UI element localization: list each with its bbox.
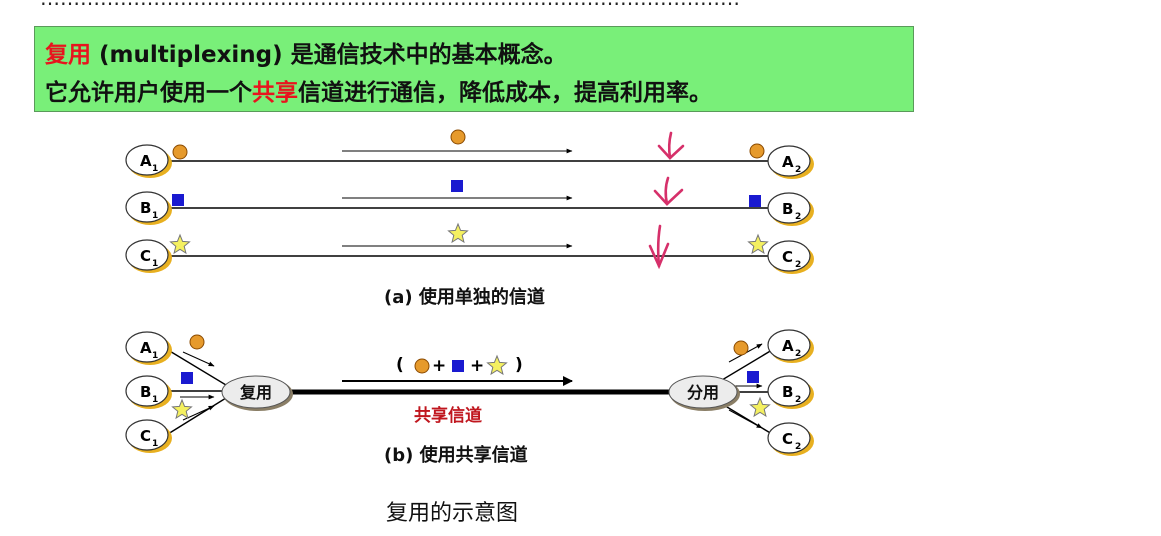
- node-b1: B 1: [125, 191, 172, 225]
- node-c1-b-sub: 1: [152, 439, 158, 449]
- node-b2-b-letter: B: [782, 383, 793, 401]
- node-c2-sub: 2: [795, 260, 801, 270]
- caption-b: (b) 使用共享信道: [384, 444, 528, 466]
- node-b1-letter: B: [140, 199, 151, 217]
- node-a1-b: A 1: [125, 331, 172, 365]
- yellow-star-icon: [171, 398, 193, 420]
- node-a2-b-letter: A: [782, 337, 794, 355]
- node-c2-b: C 2: [767, 422, 814, 456]
- node-c1: C 1: [125, 239, 172, 273]
- node-c2-letter: C: [782, 248, 793, 266]
- node-a2: A 2: [767, 145, 814, 179]
- yellow-star-icon: [447, 222, 469, 244]
- combined-plus-2: +: [470, 356, 484, 376]
- blue-square-icon: [749, 195, 761, 207]
- node-a1-b-sub: 1: [152, 351, 158, 361]
- caption-a: (a) 使用单独的信道: [384, 286, 545, 308]
- combined-signal-label: ( + + ): [396, 354, 523, 376]
- demux-label: 分用: [687, 383, 719, 402]
- shared-channel-label: 共享信道: [414, 405, 482, 426]
- mux-input-arrow-a: [182, 351, 215, 367]
- orange-circle-icon: [172, 144, 188, 160]
- node-b2-letter: B: [782, 200, 793, 218]
- yellow-star-icon: [749, 396, 771, 418]
- down-arrow-annotation-icon: [657, 131, 685, 160]
- node-b2-b-sub: 2: [795, 395, 801, 405]
- node-c2: C 2: [767, 240, 814, 274]
- node-a2-letter: A: [782, 153, 794, 171]
- node-b2-sub: 2: [795, 212, 801, 222]
- node-c1-sub: 1: [152, 259, 158, 269]
- blue-square-icon: [747, 371, 759, 383]
- blue-square-icon: [181, 372, 193, 384]
- yellow-star-icon: [486, 354, 508, 376]
- node-b1-b: B 1: [125, 375, 172, 409]
- blue-square-icon: [172, 194, 184, 206]
- node-b1-b-sub: 1: [152, 395, 158, 405]
- mux-input-line-a: [167, 349, 227, 386]
- node-b1-b-letter: B: [140, 383, 151, 401]
- down-arrow-annotation-icon: [653, 176, 684, 206]
- node-a2-b: A 2: [767, 329, 814, 363]
- blue-square-icon: [452, 360, 464, 372]
- orange-circle-icon: [749, 143, 765, 159]
- combined-close-paren: ): [515, 355, 523, 375]
- node-a1-sub: 1: [152, 164, 158, 174]
- multiplexing-diagram: A 1 B 1 C 1 A 2 B 2 C 2 (a) 使用单独的信道 复用 分…: [125, 129, 814, 526]
- node-a1-b-letter: A: [140, 339, 152, 357]
- node-b2-b: B 2: [767, 375, 814, 409]
- orange-circle-icon: [414, 358, 430, 374]
- orange-circle-icon: [733, 340, 749, 356]
- yellow-star-icon: [169, 233, 191, 255]
- node-c1-b: C 1: [125, 419, 172, 453]
- node-c1-b-letter: C: [140, 427, 151, 445]
- blue-square-icon: [451, 180, 463, 192]
- yellow-star-icon: [747, 233, 769, 255]
- combined-plus-1: +: [432, 356, 446, 376]
- orange-circle-icon: [450, 129, 466, 145]
- node-a1-letter: A: [140, 152, 152, 170]
- node-b2: B 2: [767, 192, 814, 226]
- mux-label: 复用: [239, 383, 272, 402]
- node-b1-sub: 1: [152, 211, 158, 221]
- node-c2-b-letter: C: [782, 430, 793, 448]
- mux-node: 复用: [221, 375, 293, 411]
- combined-open-paren: (: [396, 355, 404, 375]
- node-c2-b-sub: 2: [795, 442, 801, 452]
- demux-node: 分用: [668, 375, 740, 411]
- node-a1: A 1: [125, 144, 172, 178]
- node-a2-b-sub: 2: [795, 349, 801, 359]
- figure-caption: 复用的示意图: [386, 501, 518, 526]
- down-arrow-annotation-icon: [648, 224, 670, 270]
- orange-circle-icon: [189, 334, 205, 350]
- node-c1-letter: C: [140, 247, 151, 265]
- node-a2-sub: 2: [795, 165, 801, 175]
